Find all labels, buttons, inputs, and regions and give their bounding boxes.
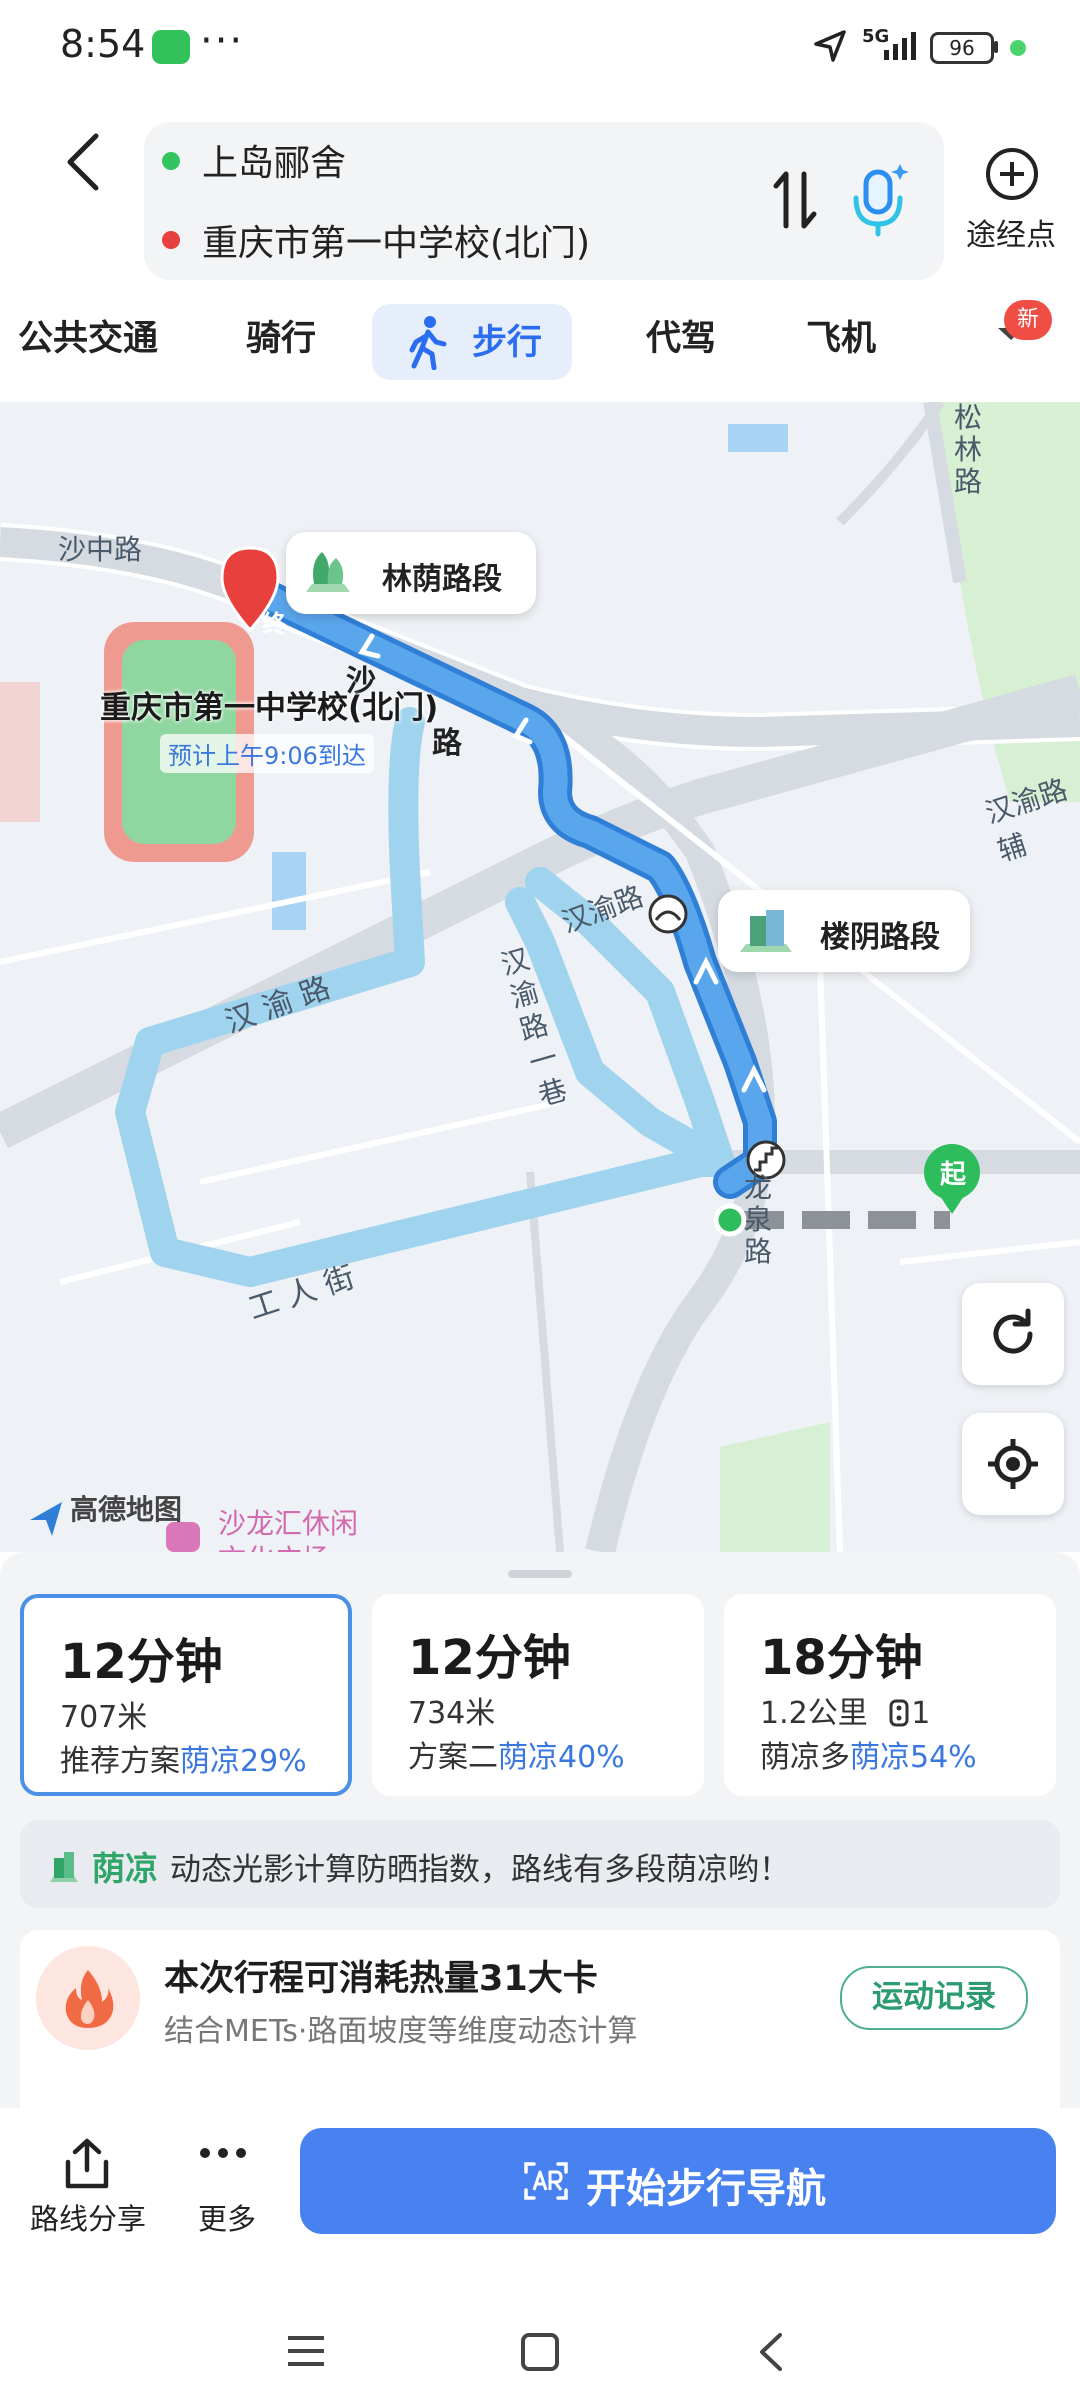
locate-me-button[interactable] [962,1413,1064,1515]
route-distance: 1.2公里 1 [760,1688,930,1732]
road-label: 沙中路 [58,533,143,566]
tab-bike[interactable]: 骑行 [246,310,316,361]
route-card-3[interactable]: 18分钟 1.2公里 1 荫凉多荫凉54% [724,1594,1056,1796]
walking-person-icon [409,316,447,370]
route-tag-text: 方案二 [408,1740,498,1775]
route-tag: 推荐方案荫凉29% [60,1736,307,1780]
exercise-record-button[interactable]: 运动记录 [840,1966,1028,2030]
battery-cap [994,41,998,53]
voice-input-icon[interactable] [846,160,916,240]
home-icon[interactable] [520,2332,560,2372]
origin-point-icon [713,1203,747,1237]
tab-transit[interactable]: 公共交通 [18,310,158,361]
refresh-icon [993,1308,1033,1354]
location-arrow-icon [814,30,846,62]
poi-label[interactable]: 沙龙汇休闲 [218,1502,358,1542]
more-notifications-icon: ··· [200,18,245,64]
add-waypoint-icon[interactable] [986,148,1038,200]
water-area-2 [272,852,306,930]
building-icon [740,910,792,952]
status-bar: 8:54 ··· 5G 96 [0,0,1080,100]
route-distance-value: 1.2公里 [760,1696,868,1731]
destination-map-label: 重庆市第一中学校(北门) [100,690,439,726]
locate-icon [988,1439,1038,1489]
route-time: 12分钟 [60,1634,223,1690]
route-shade: 荫凉54% [850,1740,977,1775]
route-shade: 荫凉40% [498,1740,625,1775]
wechat-icon [152,30,190,64]
add-waypoint-label[interactable]: 途经点 [966,210,1056,254]
ar-icon [524,2162,568,2200]
share-route-button[interactable]: 路线分享 [30,2196,146,2238]
building-shade-label: 楼阴路段 [820,920,940,955]
shade-banner-title: 荫凉 [92,1849,158,1888]
calorie-subtitle: 结合METs·路面坡度等维度动态计算 [164,2014,638,2049]
route-tag-text: 荫凉多 [760,1740,850,1775]
refresh-button[interactable] [962,1283,1064,1385]
route-time: 18分钟 [760,1630,923,1686]
route-distance: 734米 [408,1696,496,1731]
route-tag: 荫凉多荫凉54% [760,1732,977,1776]
road-label: 松林路 [954,402,983,498]
footbridge-icon [648,894,688,934]
status-time: 8:54 [60,22,146,66]
traffic-light-count: 1 [911,1696,931,1731]
route-card-2[interactable]: 12分钟 734米 方案二荫凉40% [372,1594,704,1796]
shade-banner-text: 动态光影计算防晒指数，路线有多段荫凉哟！ [170,1852,790,1888]
poi-label-line2[interactable]: 文化广场 [218,1538,330,1552]
road-label: 龙泉路 [744,1171,773,1268]
destination-input[interactable]: 重庆市第一中学校(北门) [202,214,590,266]
origin-marker-label: 起 [940,1160,967,1190]
privacy-indicator-dot [1010,40,1026,56]
more-button[interactable]: 更多 [198,2196,256,2238]
swap-icon[interactable] [768,168,824,232]
start-navigation-label[interactable]: 开始步行导航 [586,2156,826,2214]
route-tag: 方案二荫凉40% [408,1732,625,1776]
route-shade: 荫凉29% [180,1744,307,1779]
more-icon[interactable] [198,2146,248,2160]
tab-walk-label[interactable]: 步行 [472,314,542,365]
tab-driver[interactable]: 代驾 [646,310,716,361]
recent-apps-icon[interactable] [286,2334,326,2368]
destination-marker-label: 终 [262,610,286,638]
shade-icon [50,1852,78,1882]
shade-segment-label: 林荫路段 [382,562,502,597]
route-card-1[interactable]: 12分钟 707米 推荐方案荫凉29% [20,1594,352,1796]
water-area [728,424,788,452]
back-arrow-icon[interactable] [52,122,122,202]
map-view[interactable]: 沙中路 沙 路 汉渝路 汉 渝 路 汉渝路一巷 汉渝路辅 龙泉路 工 人 街 松… [0,402,1080,1552]
amap-logo-icon [30,1502,62,1536]
flame-icon [36,1946,140,2050]
park-area-2 [720,1422,830,1552]
origin-dot-icon [162,152,180,170]
system-back-icon[interactable] [756,2332,786,2372]
battery-icon: 96 [930,32,994,64]
building-shade-bubble[interactable]: 楼阴路段 [718,890,970,972]
shade-segment-bubble[interactable]: 林荫路段 [286,532,536,614]
calorie-title: 本次行程可消耗热量31大卡 [164,1959,598,1999]
eta-label: 预计上午9:06到达 [160,734,374,773]
new-badge: 新 [1004,300,1052,340]
system-nav-bar [0,2290,1080,2400]
share-icon[interactable] [62,2138,112,2190]
tab-plane[interactable]: 飞机 [806,310,876,361]
route-distance: 707米 [60,1700,148,1735]
tree-icon [306,552,350,592]
traffic-light-icon [889,1699,909,1727]
signal-icon [884,32,916,60]
destination-dot-icon [162,231,180,249]
route-tag-text: 推荐方案 [60,1744,180,1779]
origin-input[interactable]: 上岛郦舍 [202,134,346,186]
sheet-drag-handle[interactable] [508,1570,572,1578]
amap-brand-label: 高德地图 [70,1493,183,1526]
route-time: 12分钟 [408,1630,571,1686]
